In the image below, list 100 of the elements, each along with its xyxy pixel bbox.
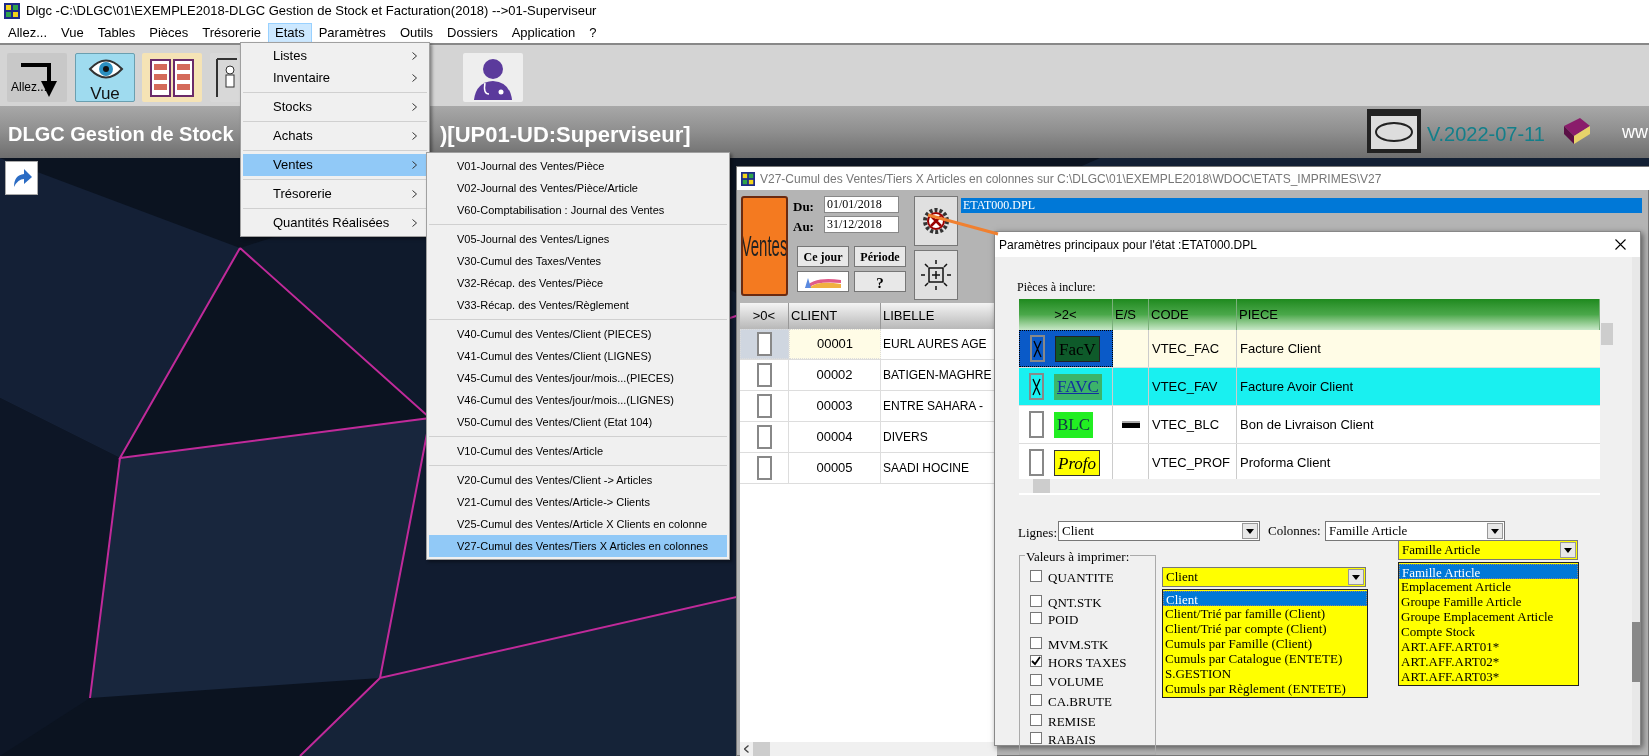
close-icon[interactable] bbox=[1615, 239, 1626, 250]
today-button[interactable]: Ce jour bbox=[797, 246, 849, 267]
colonnes-combo[interactable]: Famille Article bbox=[1398, 540, 1578, 560]
menu-item[interactable]: Paramètres bbox=[311, 22, 393, 43]
menu-item[interactable]: Quantités Réalisées bbox=[243, 212, 427, 234]
palette-button[interactable] bbox=[797, 271, 849, 292]
checkbox[interactable] bbox=[1030, 732, 1042, 744]
menu-item[interactable]: V45-Cumul des Ventes/jour/mois...(PIECES) bbox=[429, 367, 727, 389]
menu-item[interactable]: V10-Cumul des Ventes/Article bbox=[429, 440, 727, 462]
checkbox[interactable] bbox=[757, 332, 772, 356]
checkbox[interactable] bbox=[1030, 655, 1042, 667]
dropdown-option[interactable]: Cumuls par Règlement (ENTETE) bbox=[1163, 681, 1367, 696]
menu-item[interactable]: V30-Cumul des Taxes/Ventes bbox=[429, 250, 727, 272]
checkbox[interactable] bbox=[756, 363, 772, 387]
checkbox[interactable] bbox=[1029, 449, 1044, 476]
scrollbar-thumb[interactable] bbox=[753, 742, 770, 756]
table-row[interactable]: BLC VTEC_BLC Bon de Livraison Client bbox=[1019, 406, 1600, 444]
menu-item[interactable]: Listes bbox=[243, 45, 427, 67]
menu-item[interactable]: V41-Cumul des Ventes/Client (LIGNES) bbox=[429, 345, 727, 367]
table-row[interactable]: FAVC VTEC_FAV Facture Avoir Client bbox=[1019, 368, 1600, 406]
menu-item[interactable]: V40-Cumul des Ventes/Client (PIECES) bbox=[429, 323, 727, 345]
checkbox[interactable] bbox=[756, 394, 772, 418]
checkbox[interactable] bbox=[1030, 674, 1042, 686]
dropdown-arrow-icon[interactable] bbox=[1352, 574, 1360, 580]
menu-item[interactable]: Stocks bbox=[243, 96, 427, 118]
dropdown-arrow-icon[interactable] bbox=[1564, 547, 1572, 553]
checkbox[interactable] bbox=[1030, 335, 1045, 362]
dropdown-option[interactable]: Client/Trié par compte (Client) bbox=[1163, 621, 1367, 636]
menu-item[interactable]: V32-Récap. des Ventes/Pièce bbox=[429, 272, 727, 294]
menu-item[interactable]: V27-Cumul des Ventes/Tiers X Articles en colonnes bbox=[429, 535, 727, 557]
menu-item[interactable]: V46-Cumul des Ventes/jour/mois...(LIGNES) bbox=[429, 389, 727, 411]
dropdown-option[interactable]: Groupe Emplacement Article bbox=[1399, 609, 1578, 624]
menu-item[interactable]: Dossiers bbox=[440, 22, 505, 43]
dropdown-option[interactable]: Compte Stock bbox=[1399, 624, 1578, 639]
period-button[interactable]: Période bbox=[854, 246, 906, 267]
menu-item[interactable]: Allez... bbox=[1, 22, 54, 43]
vue-button[interactable]: Vue bbox=[75, 53, 135, 102]
menu-item[interactable]: Outils bbox=[392, 22, 441, 43]
checkbox[interactable] bbox=[1030, 714, 1042, 726]
menu-item[interactable]: Trésorerie bbox=[195, 22, 269, 43]
date-field[interactable]: 01/01/2018 bbox=[824, 196, 899, 213]
toolbar-button[interactable] bbox=[142, 53, 202, 102]
menu-item[interactable]: V21-Cumul des Ventes/Article-> Clients bbox=[429, 491, 727, 513]
checkbox[interactable] bbox=[1030, 694, 1042, 706]
lignes-select[interactable]: Client bbox=[1058, 521, 1260, 541]
menu-item[interactable]: Trésorerie bbox=[243, 183, 427, 205]
dropdown-arrow-icon[interactable] bbox=[1246, 528, 1254, 534]
dropdown-arrow-icon[interactable] bbox=[1491, 528, 1499, 534]
checkbox[interactable] bbox=[1030, 570, 1042, 582]
shortcut-button[interactable] bbox=[5, 161, 38, 195]
dropdown-option[interactable]: ART.AFF.ART03* bbox=[1399, 669, 1578, 684]
menu-item[interactable]: Application bbox=[504, 22, 583, 43]
checkbox[interactable] bbox=[1030, 612, 1042, 624]
frame-button[interactable] bbox=[914, 250, 958, 300]
menu-item[interactable]: V02-Journal des Ventes/Pièce/Article bbox=[429, 177, 727, 199]
scrollbar-thumb[interactable] bbox=[1033, 479, 1050, 493]
dropdown-option[interactable]: Client/Trié par famille (Client) bbox=[1163, 606, 1367, 621]
menu-item[interactable]: Tables bbox=[90, 22, 143, 43]
menu-item[interactable]: V25-Cumul des Ventes/Article X Clients en colonne bbox=[429, 513, 727, 535]
dropdown-option[interactable]: Emplacement Article bbox=[1399, 579, 1578, 594]
menu-item[interactable]: V33-Récap. des Ventes/Règlement bbox=[429, 294, 727, 316]
table-row[interactable]: FacV VTEC_FAC Facture Client bbox=[1019, 330, 1600, 368]
row-selector[interactable]: BLC bbox=[1019, 406, 1113, 443]
dropdown-option[interactable]: ART.AFF.ART01* bbox=[1399, 639, 1578, 654]
menu-item[interactable]: V20-Cumul des Ventes/Client -> Articles bbox=[429, 469, 727, 491]
scroll-left-icon[interactable] bbox=[744, 745, 749, 753]
checkbox[interactable] bbox=[756, 425, 772, 449]
menu-item[interactable]: ? bbox=[582, 22, 604, 43]
dropdown-option[interactable]: Cumuls par Famille (Client) bbox=[1163, 636, 1367, 651]
checkbox[interactable] bbox=[1029, 373, 1044, 400]
menu-item[interactable]: V60-Comptabilisation : Journal des Ventes bbox=[429, 199, 727, 221]
horizontal-scrollbar[interactable] bbox=[740, 742, 997, 756]
colonnes-select[interactable]: Famille Article bbox=[1325, 521, 1505, 541]
menu-item[interactable]: Etats bbox=[268, 22, 312, 43]
scrollbar-thumb[interactable] bbox=[1601, 323, 1613, 345]
menu-item[interactable]: Pièces bbox=[142, 22, 196, 43]
menu-item[interactable]: V01-Journal des Ventes/Pièce bbox=[429, 155, 727, 177]
settings-button[interactable] bbox=[914, 196, 958, 246]
checkbox[interactable] bbox=[756, 456, 772, 480]
dropdown-option[interactable]: Cumuls par Catalogue (ENTETE) bbox=[1163, 651, 1367, 666]
file-list-item[interactable]: ETAT000.DPL bbox=[961, 198, 1642, 213]
dropdown-option[interactable]: S.GESTION bbox=[1163, 666, 1367, 681]
dropdown-option[interactable]: Groupe Famille Article bbox=[1399, 594, 1578, 609]
menu-item[interactable]: V50-Cumul des Ventes/Client (Etat 104) bbox=[429, 411, 727, 433]
menu-item[interactable]: Vue bbox=[54, 22, 91, 43]
vertical-scrollbar[interactable] bbox=[1632, 257, 1640, 745]
allez-button[interactable]: Allez... bbox=[7, 53, 67, 102]
dropdown-option[interactable]: ART.AFF.ART02* bbox=[1399, 654, 1578, 669]
menu-item[interactable]: Inventaire bbox=[243, 67, 427, 89]
checkbox[interactable] bbox=[1030, 637, 1042, 649]
checkbox[interactable] bbox=[1029, 411, 1044, 438]
date-field[interactable]: 31/12/2018 bbox=[824, 216, 899, 233]
toolbar-button[interactable] bbox=[463, 53, 523, 102]
menu-item[interactable]: Ventes bbox=[243, 154, 427, 176]
row-selector[interactable]: FAVC bbox=[1019, 368, 1113, 405]
dropdown-option[interactable]: Client bbox=[1163, 591, 1367, 606]
lignes-combo[interactable]: Client bbox=[1162, 567, 1366, 587]
menu-item[interactable]: Achats bbox=[243, 125, 427, 147]
calendar-icon[interactable] bbox=[1366, 108, 1422, 154]
help-button[interactable]: ? bbox=[854, 271, 906, 292]
